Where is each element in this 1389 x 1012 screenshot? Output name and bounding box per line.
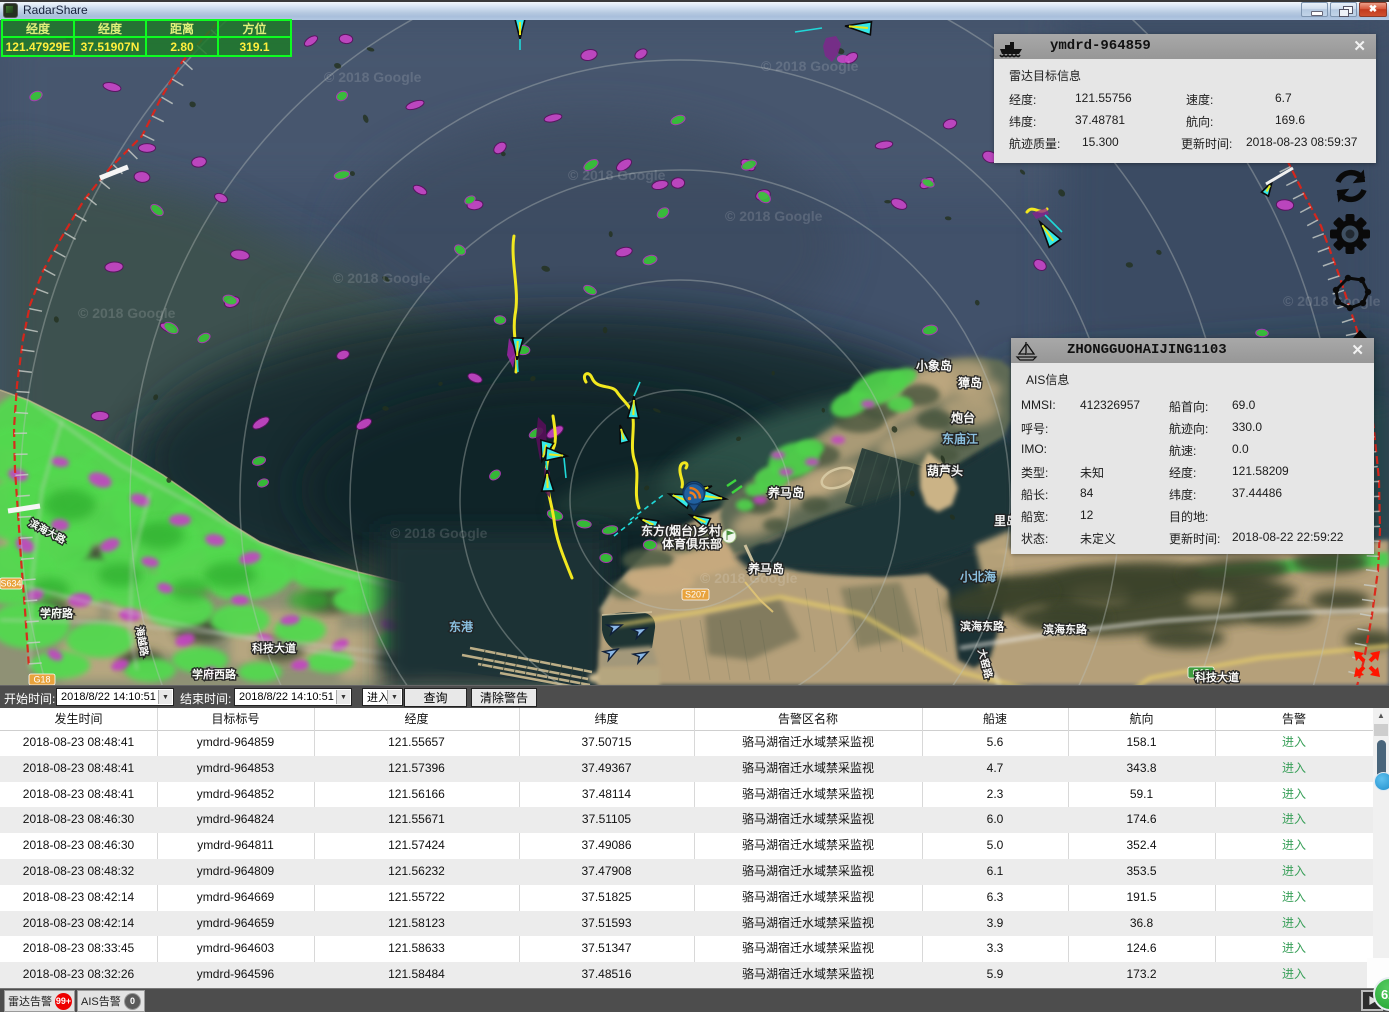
svg-text:© 2018 Google: © 2018 Google [333, 270, 431, 286]
svg-text:学府西路: 学府西路 [192, 667, 237, 681]
svg-text:© 2018 Google: © 2018 Google [78, 305, 176, 321]
svg-text:獐岛: 獐岛 [957, 375, 982, 390]
svg-text:葫芦头: 葫芦头 [927, 463, 963, 478]
svg-text:小象岛: 小象岛 [916, 358, 952, 373]
svg-text:© 2018 Google: © 2018 Google [761, 58, 859, 74]
svg-text:东庙江: 东庙江 [942, 431, 978, 446]
svg-text:© 2018 Google: © 2018 Google [568, 167, 666, 183]
svg-text:炮台: 炮台 [951, 410, 975, 425]
svg-text:体育俱乐部: 体育俱乐部 [662, 536, 722, 551]
svg-text:科技大道: 科技大道 [252, 641, 296, 655]
svg-text:© 2018 Google: © 2018 Google [390, 525, 488, 541]
svg-text:© 2018 Google: © 2018 Google [324, 69, 422, 85]
svg-text:S634: S634 [0, 579, 21, 589]
svg-text:S207: S207 [685, 590, 706, 600]
svg-text:滨海东路: 滨海东路 [1043, 622, 1088, 636]
svg-text:G18: G18 [33, 675, 50, 685]
svg-text:小北海: 小北海 [960, 569, 996, 584]
svg-text:© 2018 Google: © 2018 Google [725, 208, 823, 224]
svg-text:学府路: 学府路 [40, 606, 74, 620]
svg-text:© 2018 Google: © 2018 Google [700, 570, 798, 586]
svg-text:滨海东路: 滨海东路 [960, 619, 1005, 633]
svg-text:东方(烟台)乡村: 东方(烟台)乡村 [641, 523, 721, 538]
svg-text:东港: 东港 [449, 619, 474, 634]
svg-text:科技大道: 科技大道 [1195, 670, 1239, 684]
svg-text:养马岛: 养马岛 [767, 485, 804, 500]
